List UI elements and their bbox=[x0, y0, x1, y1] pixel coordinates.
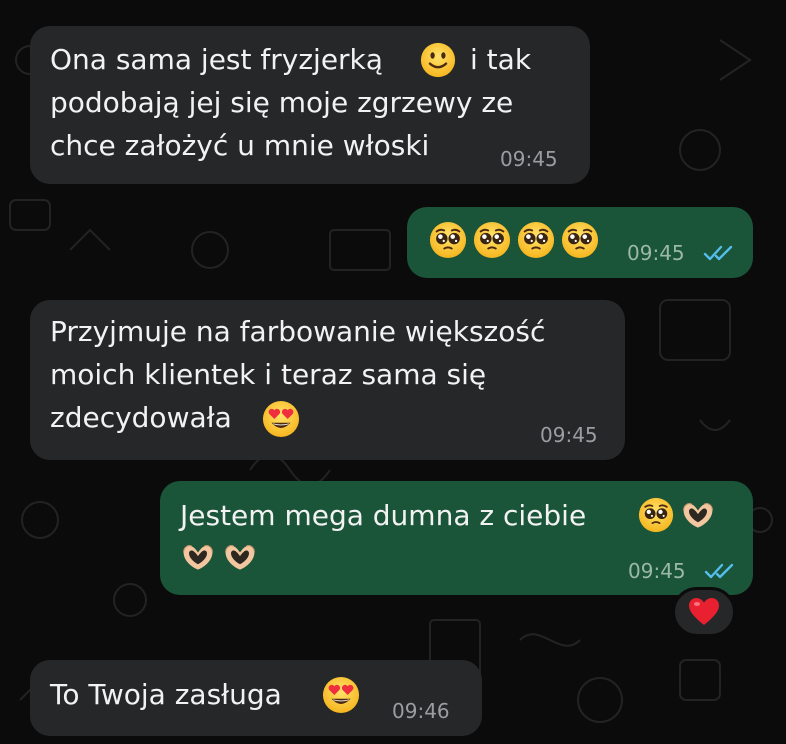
message-bubble-outgoing[interactable]: Jestem mega dumna z ciebie 09:45 bbox=[160, 481, 753, 595]
smiling-face-with-heart-eyes-icon bbox=[262, 400, 300, 438]
message-text-inline: i tak bbox=[470, 43, 532, 76]
message-text-line: To Twoja zasługa bbox=[50, 678, 282, 711]
message-timestamp: 09:46 bbox=[392, 699, 450, 723]
message-text-line: Jestem mega dumna z ciebie bbox=[180, 499, 587, 532]
message-text-line: zdecydowała bbox=[50, 401, 232, 434]
heart-hands-icon bbox=[680, 497, 716, 533]
pleading-face-icon bbox=[429, 221, 467, 259]
message-text-line: moich klientek i teraz sama się bbox=[50, 358, 487, 391]
message-timestamp: 09:45 bbox=[628, 559, 686, 583]
slightly-smiling-face-icon bbox=[420, 42, 456, 78]
pleading-face-icon bbox=[473, 221, 511, 259]
message-timestamp: 09:45 bbox=[627, 241, 685, 265]
double-check-icon bbox=[703, 243, 737, 263]
double-check-icon bbox=[704, 561, 738, 581]
red-heart-icon bbox=[689, 598, 719, 625]
message-reaction[interactable] bbox=[672, 587, 736, 637]
pleading-face-icon bbox=[517, 221, 555, 259]
message-bubble-incoming[interactable]: Ona sama jest fryzjerką i tak podobają j… bbox=[30, 26, 590, 184]
message-bubble-incoming[interactable]: Przyjmuje na farbowanie większość moich … bbox=[30, 300, 625, 460]
message-text-line: Ona sama jest fryzjerką bbox=[50, 43, 383, 76]
pleading-face-icon bbox=[638, 497, 674, 533]
message-bubble-incoming[interactable]: To Twoja zasługa 09:46 bbox=[30, 660, 482, 736]
message-text-line: podobają jej się moje zgrzewy ze bbox=[50, 86, 514, 119]
message-bubble-outgoing[interactable]: 09:45 bbox=[407, 207, 753, 278]
message-text-line: chce założyć u mnie włoski bbox=[50, 129, 430, 162]
heart-hands-icon bbox=[222, 539, 258, 575]
message-timestamp: 09:45 bbox=[500, 147, 558, 171]
heart-hands-icon bbox=[180, 539, 216, 575]
smiling-face-with-heart-eyes-icon bbox=[322, 676, 360, 714]
message-text-line: Przyjmuje na farbowanie większość bbox=[50, 315, 546, 348]
message-timestamp: 09:45 bbox=[540, 423, 598, 447]
pleading-face-icon bbox=[561, 221, 599, 259]
